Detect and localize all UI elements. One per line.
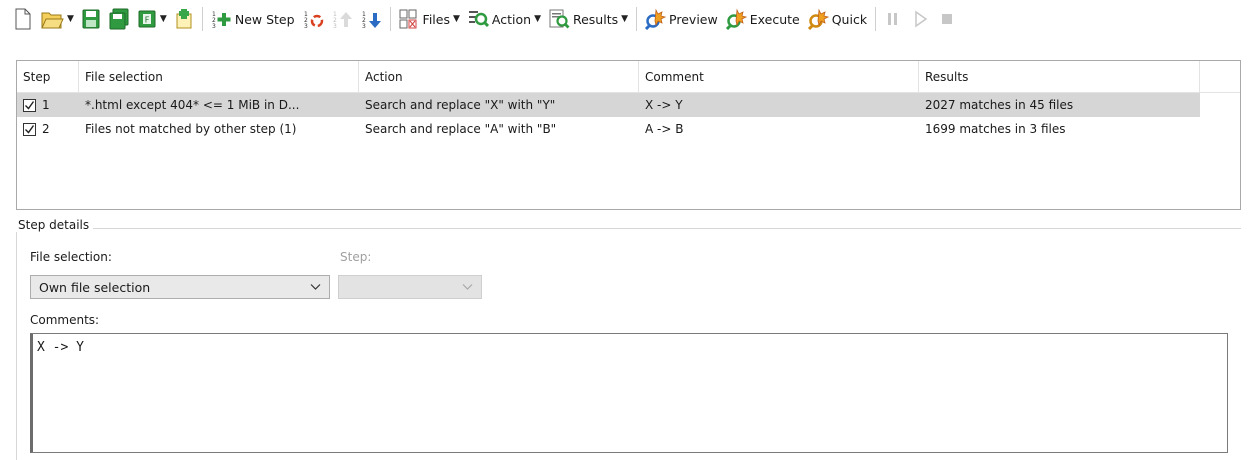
execute-icon: [725, 8, 747, 30]
step-number: 2: [42, 122, 50, 136]
chevron-down-icon: ▼: [67, 14, 74, 24]
preview-button[interactable]: Preview: [641, 5, 721, 33]
steps-table: Step File selection Action Comment Resul…: [16, 60, 1241, 210]
checkmark-icon: [25, 124, 35, 134]
open-button[interactable]: ▼: [37, 5, 77, 33]
results-menu-button[interactable]: Results ▼: [545, 5, 631, 33]
svg-text:3: 3: [304, 23, 308, 30]
search-action-icon: [468, 11, 489, 28]
pause-icon: [888, 13, 898, 25]
arrow-down-icon: 123: [362, 11, 381, 30]
comments-textarea[interactable]: X -> Y: [30, 333, 1228, 453]
resume-button[interactable]: [907, 5, 933, 33]
chevron-down-icon: ▼: [159, 14, 167, 24]
preview-label: Preview: [669, 11, 718, 27]
action-cell: Search and replace "A" with "B": [365, 122, 557, 136]
results-cell: 2027 matches in 45 files: [925, 98, 1074, 112]
step-cell: 2: [17, 122, 79, 136]
action-cell: Search and replace "X" with "Y": [365, 98, 556, 112]
file-options-button[interactable]: F ▼: [134, 5, 170, 33]
add-group-icon: [176, 9, 192, 29]
chevron-down-icon: ▼: [534, 14, 541, 24]
new-file-icon: [15, 8, 31, 30]
add-group-button[interactable]: [171, 5, 197, 33]
file-selection-cell: Files not matched by other step (1): [85, 122, 297, 136]
file-selection-label: File selection:: [30, 250, 112, 264]
open-folder-icon: [41, 12, 64, 29]
svg-text:3: 3: [333, 23, 337, 30]
add-step-icon: 123: [212, 11, 231, 30]
toolbar: ▼ F ▼ 123 New Step 123 123 123 Files ▼ A…: [0, 0, 1248, 38]
svg-text:F: F: [145, 16, 150, 25]
action-menu-button[interactable]: Action ▼: [464, 5, 544, 33]
step-label: Step:: [340, 250, 372, 264]
step-select[interactable]: [338, 275, 482, 299]
column-header-results[interactable]: Results: [919, 60, 1200, 93]
column-header-file-selection[interactable]: File selection: [79, 60, 359, 93]
table-row[interactable]: 1 *.html except 404* <= 1 MiB in D... Se…: [17, 93, 1200, 117]
files-label: Files: [422, 11, 450, 27]
step-checkbox[interactable]: [23, 98, 36, 112]
execute-button[interactable]: Execute: [722, 5, 803, 33]
files-icon: [399, 9, 417, 29]
chevron-down-icon: ▼: [452, 14, 460, 24]
file-selection-value: Own file selection: [39, 279, 151, 295]
preview-icon: [644, 8, 667, 30]
column-header-comment[interactable]: Comment: [639, 60, 919, 93]
quick-icon: [807, 8, 829, 30]
save-all-icon: [109, 8, 129, 30]
table-row[interactable]: 2 Files not matched by other step (1) Se…: [17, 117, 1200, 141]
save-icon: [82, 9, 100, 29]
file-selection-select[interactable]: Own file selection: [30, 275, 330, 299]
column-header-step[interactable]: Step: [17, 60, 79, 93]
recycle-icon: 123: [304, 11, 323, 30]
move-step-down-button[interactable]: 123: [357, 5, 385, 33]
play-icon: [915, 10, 928, 28]
toolbar-separator: [389, 7, 391, 31]
table-header: Step File selection Action Comment Resul…: [17, 60, 1240, 93]
step-checkbox[interactable]: [23, 122, 36, 136]
comment-cell: A -> B: [645, 122, 684, 136]
new-step-button[interactable]: 123 New Step: [207, 5, 298, 33]
step-cell: 1: [17, 98, 79, 112]
save-all-button[interactable]: [105, 5, 133, 33]
svg-text:3: 3: [362, 23, 366, 30]
comments-label: Comments:: [30, 313, 100, 327]
action-label: Action: [491, 11, 532, 27]
svg-text:3: 3: [212, 23, 216, 30]
new-step-label: New Step: [234, 11, 295, 27]
arrow-up-icon: 123: [333, 11, 352, 30]
new-file-button[interactable]: [10, 5, 36, 33]
stop-icon: [942, 14, 953, 24]
delete-step-button[interactable]: 123: [299, 5, 327, 33]
file-options-icon: F: [138, 10, 156, 28]
results-label: Results: [572, 11, 619, 27]
chevron-down-icon: ▼: [621, 14, 629, 24]
comment-cell: X -> Y: [645, 98, 683, 112]
stop-button[interactable]: [934, 5, 960, 33]
step-number: 1: [42, 98, 50, 112]
quick-label: Quick: [831, 11, 868, 27]
move-step-up-button[interactable]: 123: [328, 5, 356, 33]
execute-label: Execute: [749, 11, 800, 27]
files-menu-button[interactable]: Files ▼: [395, 5, 463, 33]
chevron-down-icon: [462, 284, 473, 290]
toolbar-separator: [201, 7, 203, 31]
save-button[interactable]: [78, 5, 104, 33]
results-cell: 1699 matches in 3 files: [925, 122, 1066, 136]
quick-button[interactable]: Quick: [804, 5, 870, 33]
chevron-down-icon: [310, 284, 321, 290]
toolbar-separator: [636, 7, 638, 31]
step-details-legend: Step details: [14, 218, 94, 232]
pause-button[interactable]: [880, 5, 906, 33]
toolbar-separator: [875, 7, 877, 31]
file-selection-cell: *.html except 404* <= 1 MiB in D...: [85, 98, 300, 112]
column-header-action[interactable]: Action: [359, 60, 639, 93]
results-icon: [549, 9, 570, 29]
checkmark-icon: [25, 100, 35, 110]
